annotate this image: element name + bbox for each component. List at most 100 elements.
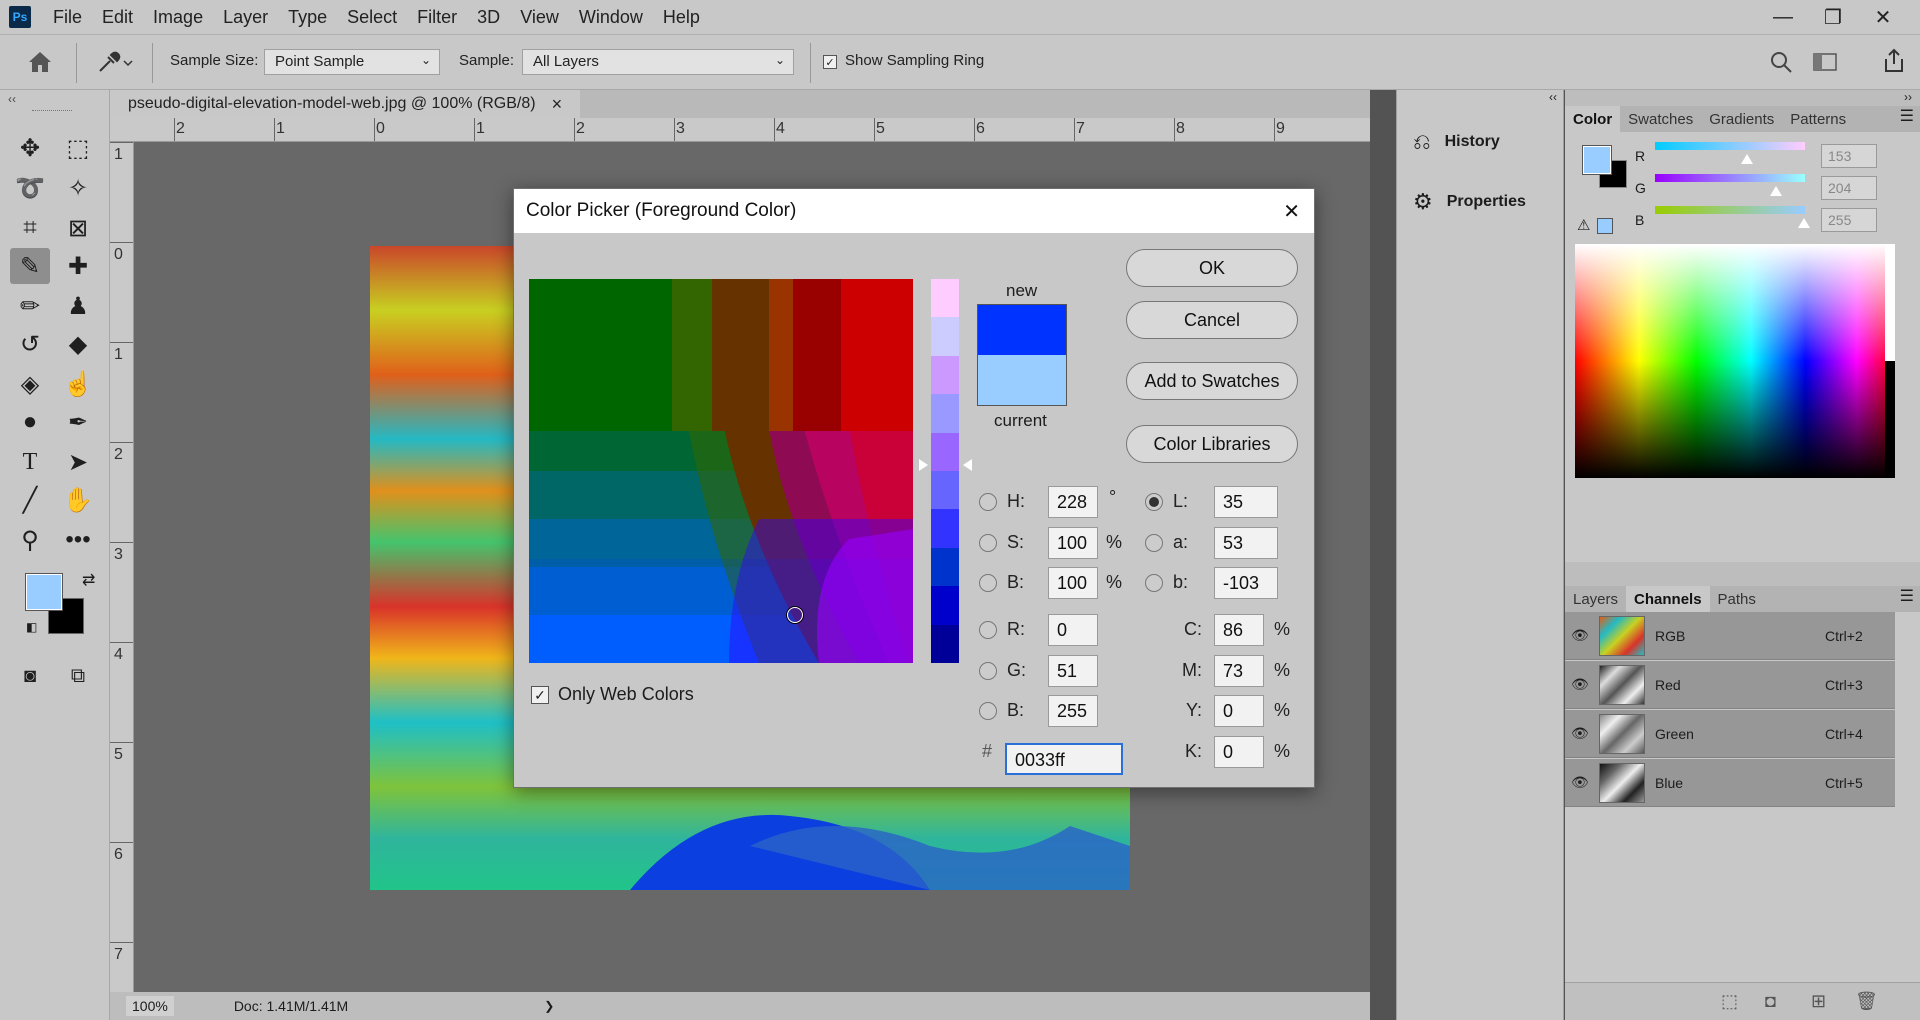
search-icon[interactable] (1768, 49, 1794, 75)
a-field[interactable]: 53 (1214, 527, 1278, 559)
web-safe-swatch[interactable] (1597, 218, 1613, 234)
sample-select[interactable]: All Layers ⌄ (522, 49, 794, 75)
tab-channels[interactable]: Channels (1626, 586, 1710, 612)
menu-help[interactable]: Help (653, 7, 710, 28)
menu-3d[interactable]: 3D (467, 7, 510, 28)
k-field[interactable]: 0 (1214, 736, 1264, 768)
c-field[interactable]: 86 (1214, 614, 1264, 646)
hue-slider[interactable] (931, 279, 959, 664)
gamut-warning-icon[interactable]: ⚠ (1577, 216, 1590, 234)
channel-row-rgb[interactable]: 👁 RGB Ctrl+2 (1565, 612, 1895, 660)
history-panel-button[interactable]: ⎌ History (1401, 114, 1561, 170)
close-icon[interactable]: × (552, 94, 563, 115)
color-field[interactable] (529, 279, 913, 663)
hue-slider-handle-right[interactable] (963, 459, 972, 471)
r-value-field[interactable]: 153 (1821, 144, 1877, 168)
panel-menu-icon[interactable]: ☰ (1900, 586, 1914, 612)
default-colors-icon[interactable]: ◧ (26, 620, 37, 634)
b-slider-handle[interactable] (1798, 218, 1810, 228)
brightness-field[interactable]: 100 (1048, 567, 1098, 599)
g-radio[interactable] (979, 662, 997, 680)
paint-bucket-icon[interactable]: ◈ (10, 366, 50, 402)
g-slider-handle[interactable] (1770, 186, 1782, 196)
lab-b-radio[interactable] (1145, 574, 1163, 592)
cancel-button[interactable]: Cancel (1126, 301, 1298, 339)
minimize-button[interactable]: — (1758, 2, 1808, 32)
path-selection-icon[interactable]: ➤ (58, 444, 98, 480)
color-libraries-button[interactable]: Color Libraries (1126, 425, 1298, 463)
eye-icon[interactable]: 👁 (1571, 627, 1595, 644)
show-sampling-ring-checkbox[interactable]: ✓ (823, 55, 837, 69)
line-tool-icon[interactable]: ╱ (10, 482, 50, 518)
frame-tool-icon[interactable]: ⊠ (58, 210, 98, 246)
new-channel-icon[interactable]: ⊞ (1811, 991, 1826, 1012)
close-icon[interactable]: ✕ (1283, 199, 1300, 224)
menu-file[interactable]: File (43, 7, 92, 28)
sample-size-select[interactable]: Point Sample ⌄ (264, 49, 440, 75)
collapse-icon[interactable]: ‹‹ (8, 92, 16, 106)
smudge-tool-icon[interactable]: ☝ (58, 366, 98, 402)
clone-stamp-icon[interactable]: ♟ (58, 288, 98, 324)
share-icon[interactable] (1880, 47, 1908, 75)
r-slider-track[interactable] (1655, 142, 1805, 150)
menu-view[interactable]: View (510, 7, 569, 28)
menu-window[interactable]: Window (569, 7, 653, 28)
properties-panel-button[interactable]: ⚙ Properties (1401, 174, 1561, 230)
foreground-color-swatch[interactable] (26, 574, 62, 610)
brightness-radio[interactable] (979, 574, 997, 592)
close-button[interactable]: ✕ (1858, 2, 1908, 32)
swap-colors-icon[interactable]: ⇄ (82, 570, 95, 590)
h-field[interactable]: 228 (1048, 486, 1098, 518)
restore-button[interactable]: ❐ (1808, 2, 1858, 32)
expand-icon[interactable]: ›› (1904, 90, 1912, 104)
tab-paths[interactable]: Paths (1710, 586, 1764, 612)
history-brush-icon[interactable]: ↺ (10, 326, 50, 362)
status-arrow-icon[interactable]: ❯ (544, 999, 554, 1013)
menu-edit[interactable]: Edit (92, 7, 143, 28)
ok-button[interactable]: OK (1126, 249, 1298, 287)
menu-layer[interactable]: Layer (213, 7, 278, 28)
b-field[interactable]: 255 (1048, 695, 1098, 727)
r-radio[interactable] (979, 621, 997, 639)
brush-tool-icon[interactable]: ✏ (10, 288, 50, 324)
eyedropper-preset-icon[interactable] (94, 49, 134, 77)
trash-icon[interactable]: 🗑 (1855, 991, 1878, 1012)
pen-tool-icon[interactable]: ✒ (58, 404, 98, 440)
magic-wand-icon[interactable]: ✧ (58, 170, 98, 206)
add-to-swatches-button[interactable]: Add to Swatches (1126, 362, 1298, 400)
channel-row-red[interactable]: 👁 Red Ctrl+3 (1565, 661, 1895, 709)
healing-brush-icon[interactable]: ✚ (58, 248, 98, 284)
r-field[interactable]: 0 (1048, 614, 1098, 646)
s-radio[interactable] (979, 534, 997, 552)
g-field[interactable]: 51 (1048, 655, 1098, 687)
s-field[interactable]: 100 (1048, 527, 1098, 559)
hex-field[interactable]: 0033ff (1005, 743, 1123, 775)
menu-filter[interactable]: Filter (407, 7, 467, 28)
type-tool-icon[interactable]: T (10, 444, 50, 480)
collapse-icon[interactable]: ‹‹ (1549, 90, 1557, 104)
zoom-tool-icon[interactable]: ⚲ (10, 522, 50, 558)
r-slider-handle[interactable] (1741, 154, 1753, 164)
l-radio[interactable] (1145, 493, 1163, 511)
hand-tool-icon[interactable]: ✋ (58, 482, 98, 518)
eraser-tool-icon[interactable]: ◆ (58, 326, 98, 362)
menu-select[interactable]: Select (337, 7, 407, 28)
lasso-tool-icon[interactable]: ➰ (10, 170, 50, 206)
zoom-level[interactable]: 100% (126, 996, 174, 1016)
crop-tool-icon[interactable]: ⌗ (10, 210, 50, 246)
m-field[interactable]: 73 (1214, 655, 1264, 687)
workspace-icon[interactable] (1812, 51, 1838, 73)
hue-slider-handle-left[interactable] (919, 459, 928, 471)
h-radio[interactable] (979, 493, 997, 511)
screen-mode-icon[interactable]: ⧉ (58, 658, 98, 694)
eye-icon[interactable]: 👁 (1571, 725, 1595, 742)
menu-type[interactable]: Type (278, 7, 337, 28)
g-value-field[interactable]: 204 (1821, 176, 1877, 200)
only-web-colors-checkbox[interactable]: ✓ (531, 686, 549, 704)
tab-color[interactable]: Color (1565, 106, 1621, 132)
load-selection-icon[interactable]: ⬚ (1721, 991, 1738, 1012)
eye-icon[interactable]: 👁 (1571, 774, 1595, 791)
save-selection-icon[interactable]: ◘ (1765, 991, 1776, 1012)
eye-icon[interactable]: 👁 (1571, 676, 1595, 693)
tab-layers[interactable]: Layers (1565, 586, 1626, 612)
